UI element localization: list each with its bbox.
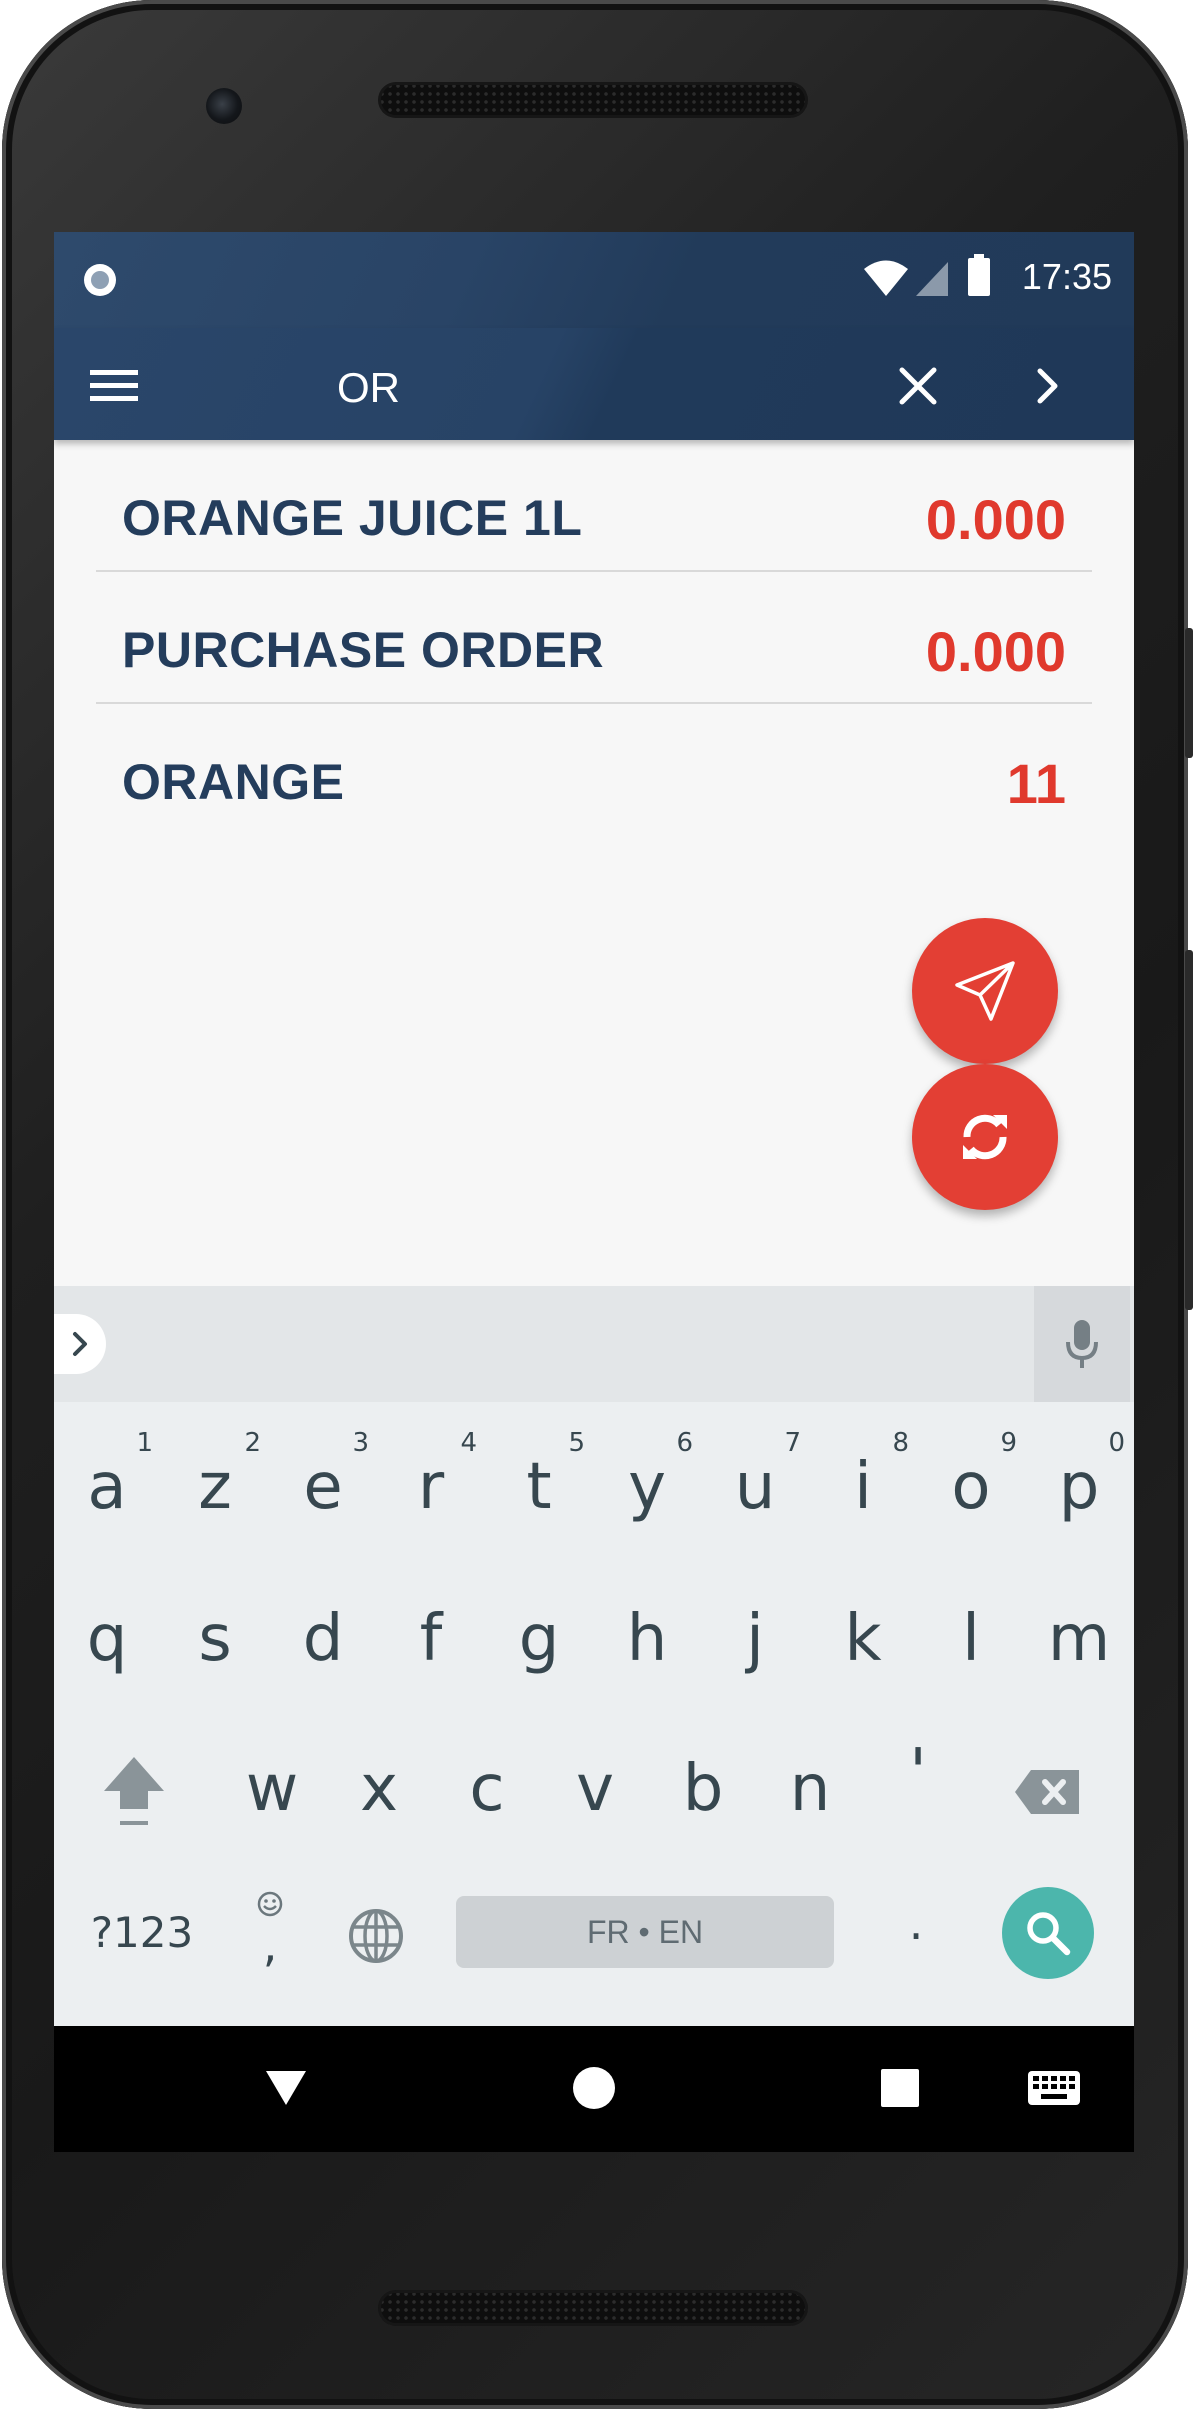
signal-icon [916,262,948,296]
list-item[interactable]: ORANGE JUICE 1L 0.000 [96,440,1092,572]
mic-icon [1066,1320,1098,1368]
key-n[interactable]: n [758,1724,862,1854]
space-key[interactable]: FR • EN [456,1896,834,1968]
item-name: ORANGE JUICE 1L [122,490,583,546]
recents-icon [881,2069,919,2107]
menu-icon [90,370,138,401]
key-j[interactable]: j [703,1574,807,1704]
screen: 17:35 OR ORANGE JUICE 1L 0.000 PURCHASE … [54,232,1134,2152]
globe-icon [349,1909,403,1964]
key-y[interactable]: y6 [595,1422,699,1552]
notification-icon [84,264,116,296]
wifi-icon [864,260,908,296]
sync-button[interactable] [912,1064,1058,1210]
close-icon [899,367,937,405]
key-m[interactable]: m [1027,1574,1131,1704]
key-p[interactable]: p0 [1027,1422,1131,1552]
app-bar: OR [54,328,1134,440]
key-k[interactable]: k [811,1574,915,1704]
key-x[interactable]: x [327,1724,431,1854]
key-f[interactable]: f [379,1574,483,1704]
key-l[interactable]: l [919,1574,1023,1704]
keyboard-icon [1028,2071,1080,2105]
item-value: 0.000 [925,488,1066,551]
chevron-right-icon [1037,368,1058,404]
bottom-speaker [378,2290,808,2326]
key-a[interactable]: a1 [55,1422,159,1552]
back-button[interactable] [262,2064,310,2112]
key-s[interactable]: s [163,1574,267,1704]
key-hint: 2 [244,1428,261,1458]
volume-button [1185,950,1193,1310]
key-hint: 3 [352,1428,369,1458]
key-i[interactable]: i8 [811,1422,915,1552]
key-t[interactable]: t5 [487,1422,591,1552]
key-r[interactable]: r4 [379,1422,483,1552]
symbols-key[interactable]: ?123 [74,1868,210,1998]
front-camera [206,88,242,124]
key-w[interactable]: w [220,1724,324,1854]
home-button[interactable] [570,2064,618,2112]
send-icon [955,961,1015,1021]
status-bar: 17:35 [54,232,1134,328]
comma-key[interactable]: , [220,1868,320,1998]
key-o[interactable]: o9 [919,1422,1023,1552]
key-apostrophe[interactable]: ' [866,1708,970,1838]
list-item[interactable]: ORANGE 11 [96,704,1092,836]
back-icon [266,2071,306,2105]
keyboard-suggestion-strip [54,1286,1134,1402]
status-time: 17:35 [1021,256,1112,297]
list-item[interactable]: PURCHASE ORDER 0.000 [96,572,1092,704]
key-h[interactable]: h [595,1574,699,1704]
keyboard: a1 z2 e3 r4 t5 y6 u7 i8 o9 p0 q s d f g … [54,1402,1134,2026]
recents-button[interactable] [876,2064,924,2112]
key-b[interactable]: b [651,1724,755,1854]
next-button[interactable] [1016,354,1080,418]
key-q[interactable]: q [55,1574,159,1704]
shift-icon [104,1757,164,1826]
key-hint: 7 [784,1428,801,1458]
search-key[interactable] [1002,1887,1094,1979]
backspace-icon [1015,1770,1079,1815]
item-name: ORANGE [122,754,345,810]
chevron-right-icon [73,1332,87,1356]
key-e[interactable]: e3 [271,1422,375,1552]
voice-input-button[interactable] [1034,1286,1130,1402]
top-speaker [378,82,808,118]
key-hint: 1 [136,1428,153,1458]
backspace-key[interactable] [996,1724,1100,1854]
shift-key[interactable] [82,1724,186,1854]
power-button [1185,628,1193,758]
item-value: 0.000 [925,620,1066,683]
item-value: 11 [1006,752,1066,815]
search-icon [1027,1912,1071,1956]
item-name: PURCHASE ORDER [122,622,605,678]
key-hint: 6 [676,1428,693,1458]
home-icon [573,2067,615,2109]
key-u[interactable]: u7 [703,1422,807,1552]
navigation-bar [54,2026,1134,2152]
send-button[interactable] [912,918,1058,1064]
key-g[interactable]: g [487,1574,591,1704]
period-key[interactable]: . [864,1858,968,1988]
menu-button[interactable] [82,354,146,418]
key-v[interactable]: v [543,1724,647,1854]
keyboard-expand-button[interactable] [54,1314,106,1374]
key-z[interactable]: z2 [163,1422,267,1552]
clear-search-button[interactable] [886,354,950,418]
phone-frame: 17:35 OR ORANGE JUICE 1L 0.000 PURCHASE … [2,0,1193,2409]
keyboard-switch-button[interactable] [1024,2064,1084,2112]
key-hint: 0 [1108,1428,1125,1458]
key-hint: 5 [568,1428,585,1458]
key-hint: 8 [892,1428,909,1458]
results-list: ORANGE JUICE 1L 0.000 PURCHASE ORDER 0.0… [96,440,1092,836]
battery-icon [968,254,990,296]
key-hint: 9 [1000,1428,1017,1458]
sync-icon [963,1114,1007,1160]
language-key[interactable] [324,1868,428,1998]
key-c[interactable]: c [435,1724,539,1854]
key-d[interactable]: d [271,1574,375,1704]
search-query[interactable]: OR [337,364,400,412]
key-hint: 4 [460,1428,477,1458]
